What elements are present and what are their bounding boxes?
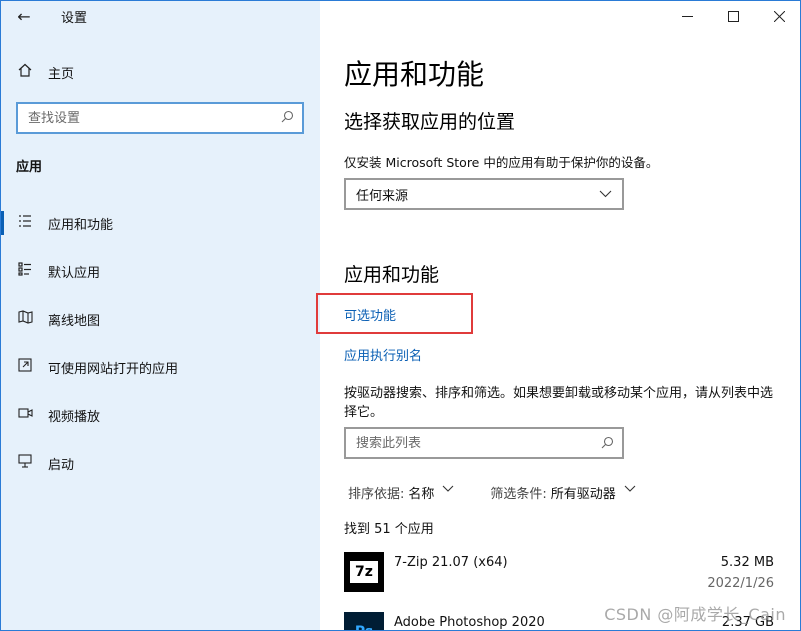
chevron-down-icon — [599, 187, 612, 202]
sidebar-item-label: 默认应用 — [48, 265, 101, 281]
filter-dropdown[interactable]: 筛选条件: 所有驱动器 — [490, 483, 671, 502]
sort-value: 名称 — [408, 487, 435, 502]
sidebar-item-label: 可使用网站打开的应用 — [48, 361, 179, 377]
window-title: 设置 — [61, 10, 88, 26]
search-icon[interactable] — [601, 434, 614, 453]
apps-features-icon — [17, 214, 33, 232]
home-icon — [17, 62, 33, 82]
app-list-search-input[interactable] — [356, 435, 586, 451]
filter-label: 筛选条件: — [490, 487, 547, 502]
active-indicator — [1, 211, 4, 235]
app-source-dropdown[interactable]: 任何来源 — [344, 178, 624, 210]
app-location-heading: 选择获取应用的位置 — [344, 111, 516, 133]
maximize-icon — [727, 10, 739, 22]
app-source-selected: 任何来源 — [356, 188, 409, 204]
sort-dropdown[interactable]: 排序依据: 名称 — [348, 483, 490, 502]
sidebar-item-video-playback[interactable]: 视频播放 — [1, 395, 320, 435]
apps-found-count: 找到 51 个应用 — [344, 522, 434, 537]
video-playback-icon — [17, 407, 33, 423]
startup-icon — [17, 454, 33, 472]
sort-label: 排序依据: — [348, 487, 405, 502]
app-name: 7-Zip 21.07 (x64) — [394, 555, 508, 570]
apps-features-heading: 应用和功能 — [344, 264, 440, 286]
back-button[interactable]: ← — [1, 1, 47, 31]
app-size: 5.32 MB — [720, 555, 774, 570]
sidebar-item-startup[interactable]: 启动 — [1, 443, 320, 483]
sidebar-item-default-apps[interactable]: 默认应用 — [1, 251, 320, 291]
title-bar: ← 设置 — [1, 1, 320, 31]
minimize-button[interactable] — [664, 1, 710, 31]
sidebar-item-offline-maps[interactable]: 离线地图 — [1, 299, 320, 339]
app-execution-alias-link[interactable]: 应用执行别名 — [344, 345, 422, 364]
settings-search-box[interactable] — [16, 102, 304, 134]
search-icon[interactable] — [281, 110, 294, 127]
settings-search-input[interactable] — [28, 110, 268, 126]
close-icon — [773, 10, 785, 22]
back-arrow-icon: ← — [17, 6, 31, 26]
photoshop-icon: Ps — [344, 612, 384, 630]
app-list-item[interactable]: 7z 7-Zip 21.07 (x64) 5.32 MB 2022/1/26 — [344, 552, 774, 602]
chevron-down-icon — [624, 483, 636, 502]
sidebar-item-label: 应用和功能 — [48, 217, 114, 233]
filter-description: 按驱动器搜索、排序和筛选。如果想要卸载或移动某个应用，请从列表中选择它。 — [344, 386, 774, 420]
app-name: Adobe Photoshop 2020 — [394, 615, 545, 630]
sevenzip-icon: 7z — [344, 552, 384, 592]
filter-value: 所有驱动器 — [550, 487, 616, 502]
sidebar-item-label: 启动 — [48, 457, 75, 473]
minimize-icon — [681, 15, 693, 17]
optional-features-link[interactable]: 可选功能 — [344, 305, 396, 324]
close-button[interactable] — [756, 1, 800, 31]
sidebar-item-home[interactable]: 主页 — [1, 55, 320, 89]
sidebar-item-apps-features[interactable]: 应用和功能 — [1, 203, 320, 243]
sidebar-item-label: 视频播放 — [48, 409, 101, 425]
sidebar-item-label: 离线地图 — [48, 313, 101, 329]
app-list-search-box[interactable] — [344, 427, 624, 459]
window-controls — [664, 1, 800, 31]
app-location-description: 仅安装 Microsoft Store 中的应用有助于保护你的设备。 — [344, 155, 659, 170]
watermark: CSDN @阿成学长_Cain — [604, 605, 786, 624]
section-title: 应用 — [16, 160, 43, 175]
sort-filter-row: 排序依据: 名称 筛选条件: 所有驱动器 — [348, 483, 672, 502]
sidebar-item-apps-websites[interactable]: 可使用网站打开的应用 — [1, 347, 320, 387]
sidebar: ← 设置 主页 应用 应用和功能 — [1, 1, 320, 630]
apps-websites-icon — [17, 358, 33, 376]
maximize-button[interactable] — [710, 1, 756, 31]
offline-maps-icon — [17, 310, 33, 328]
page-title: 应用和功能 — [344, 58, 485, 91]
chevron-down-icon — [442, 483, 454, 502]
default-apps-icon — [17, 262, 33, 280]
home-label: 主页 — [48, 66, 75, 82]
app-date: 2022/1/26 — [707, 576, 774, 591]
settings-window: ← 设置 主页 应用 应用和功能 — [0, 0, 801, 631]
main-content: 应用和功能 选择获取应用的位置 仅安装 Microsoft Store 中的应用… — [316, 1, 800, 630]
